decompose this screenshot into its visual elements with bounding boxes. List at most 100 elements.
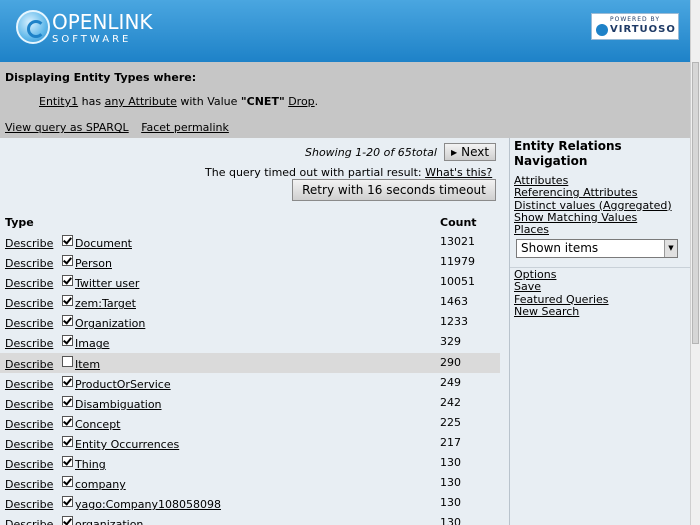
describe-link[interactable]: Describe bbox=[5, 438, 53, 451]
openlink-logo[interactable]: OPENLINK SOFTWARE bbox=[16, 8, 166, 52]
results-panel: Showing 1-20 of 65total ▶ Next The query … bbox=[0, 138, 509, 525]
type-link[interactable]: Concept bbox=[75, 418, 121, 431]
table-row: Describe Entity Occurrences 217 bbox=[0, 433, 500, 453]
site-header: OPENLINK SOFTWARE POWERED BY VIRTUOSO bbox=[0, 0, 690, 62]
describe-link[interactable]: Describe bbox=[5, 418, 53, 431]
describe-link[interactable]: Describe bbox=[5, 398, 53, 411]
attribute-link[interactable]: any Attribute bbox=[105, 95, 177, 108]
table-row: Describe Thing 130 bbox=[0, 453, 500, 473]
type-link[interactable]: Thing bbox=[75, 458, 106, 471]
nav-item-referencing-attributes[interactable]: Referencing Attributes bbox=[514, 186, 672, 199]
describe-link[interactable]: Describe bbox=[5, 478, 53, 491]
describe-link[interactable]: Describe bbox=[5, 257, 53, 270]
type-count: 290 bbox=[440, 355, 461, 369]
shown-items-select[interactable]: Shown items ▼ bbox=[516, 239, 678, 258]
chevron-down-icon[interactable]: ▼ bbox=[664, 240, 677, 257]
type-count: 10051 bbox=[440, 275, 475, 289]
type-count: 1233 bbox=[440, 315, 468, 329]
row-checkbox[interactable] bbox=[62, 295, 73, 307]
table-row: Describe Image 329 bbox=[0, 332, 500, 352]
row-checkbox[interactable] bbox=[62, 395, 73, 407]
row-checkbox[interactable] bbox=[62, 496, 73, 508]
table-row: Describe Person 11979 bbox=[0, 252, 500, 272]
row-checkbox[interactable] bbox=[62, 516, 73, 525]
type-link[interactable]: Disambiguation bbox=[75, 398, 162, 411]
row-checkbox[interactable] bbox=[62, 275, 73, 287]
type-link[interactable]: Document bbox=[75, 237, 132, 250]
row-checkbox[interactable] bbox=[62, 355, 73, 367]
query-text-has: has bbox=[81, 95, 102, 108]
type-link[interactable]: yago:Company108058098 bbox=[75, 498, 221, 511]
row-checkbox[interactable] bbox=[62, 415, 73, 427]
type-link[interactable]: ProductOrService bbox=[75, 378, 171, 391]
column-header-type: Type bbox=[5, 216, 34, 229]
describe-link[interactable]: Describe bbox=[5, 458, 53, 471]
type-count: 13021 bbox=[440, 235, 475, 248]
row-checkbox[interactable] bbox=[62, 255, 73, 267]
nav-title: Entity Relations Navigation bbox=[514, 139, 622, 168]
type-link[interactable]: organization bbox=[75, 518, 143, 525]
row-checkbox[interactable] bbox=[62, 456, 73, 468]
drop-link[interactable]: Drop bbox=[288, 95, 314, 108]
table-row: Describe Twitter user 10051 bbox=[0, 272, 500, 292]
row-checkbox[interactable] bbox=[62, 235, 73, 246]
type-count: 225 bbox=[440, 415, 461, 429]
query-condition: Entity1 has any Attribute with Value "CN… bbox=[39, 95, 318, 108]
row-checkbox[interactable] bbox=[62, 476, 73, 488]
next-button[interactable]: ▶ Next bbox=[444, 143, 496, 161]
badge-caption: POWERED BY bbox=[609, 16, 660, 23]
retry-button[interactable]: Retry with 16 seconds timeout bbox=[292, 179, 496, 201]
table-row: Describe ProductOrService 249 bbox=[0, 373, 500, 393]
type-link[interactable]: Person bbox=[75, 257, 112, 270]
badge-name: VIRTUOSO bbox=[610, 24, 676, 35]
describe-link[interactable]: Describe bbox=[5, 358, 53, 371]
type-link[interactable]: company bbox=[75, 478, 126, 491]
type-link[interactable]: Organization bbox=[75, 317, 145, 330]
row-checkbox[interactable] bbox=[62, 435, 73, 447]
query-heading: Displaying Entity Types where: bbox=[5, 71, 197, 84]
scrollbar-thumb[interactable] bbox=[692, 62, 699, 344]
row-checkbox[interactable] bbox=[62, 375, 73, 387]
facet-permalink-link[interactable]: Facet permalink bbox=[141, 121, 229, 134]
logo-name: OPENLINK bbox=[52, 10, 153, 34]
whats-this-link[interactable]: What's this? bbox=[425, 166, 492, 179]
results-table: Describe Document 13021 Describe Person 11979… bbox=[0, 232, 500, 525]
vertical-scrollbar[interactable] bbox=[690, 0, 700, 525]
type-count: 130 bbox=[440, 516, 461, 525]
type-link[interactable]: Entity Occurrences bbox=[75, 438, 179, 451]
describe-link[interactable]: Describe bbox=[5, 518, 53, 525]
describe-link[interactable]: Describe bbox=[5, 277, 53, 290]
powered-by-virtuoso-badge[interactable]: POWERED BY VIRTUOSO bbox=[591, 13, 679, 40]
nav-item-save[interactable]: Save bbox=[514, 280, 609, 293]
nav-item-new-search[interactable]: New Search bbox=[514, 305, 609, 318]
type-count: 130 bbox=[440, 476, 461, 490]
query-value: "CNET" bbox=[240, 95, 285, 108]
describe-link[interactable]: Describe bbox=[5, 237, 53, 250]
describe-link[interactable]: Describe bbox=[5, 498, 53, 511]
table-row: Describe zem:Target 1463 bbox=[0, 292, 500, 312]
type-count: 249 bbox=[440, 375, 461, 389]
row-checkbox[interactable] bbox=[62, 315, 73, 327]
type-link[interactable]: Image bbox=[75, 337, 109, 350]
table-row: Describe Item 290 bbox=[0, 352, 500, 373]
timeout-text: The query timed out with partial result: bbox=[205, 166, 422, 179]
nav-item-places[interactable]: Places bbox=[514, 223, 672, 236]
view-sparql-link[interactable]: View query as SPARQL bbox=[5, 121, 129, 134]
type-count: 329 bbox=[440, 335, 461, 349]
describe-link[interactable]: Describe bbox=[5, 317, 53, 330]
logo-subtitle: SOFTWARE bbox=[52, 34, 132, 45]
type-count: 130 bbox=[440, 496, 461, 510]
virtuoso-icon bbox=[596, 24, 608, 36]
nav-extra-links: Options Save Featured Queries New Search bbox=[514, 268, 609, 318]
describe-link[interactable]: Describe bbox=[5, 378, 53, 391]
play-icon: ▶ bbox=[451, 148, 458, 157]
type-link[interactable]: Item bbox=[75, 358, 100, 371]
describe-link[interactable]: Describe bbox=[5, 337, 53, 350]
type-link[interactable]: zem:Target bbox=[75, 297, 136, 310]
timeout-message: The query timed out with partial result:… bbox=[205, 166, 492, 179]
table-row: Describe Disambiguation 242 bbox=[0, 393, 500, 413]
row-checkbox[interactable] bbox=[62, 335, 73, 347]
describe-link[interactable]: Describe bbox=[5, 297, 53, 310]
type-link[interactable]: Twitter user bbox=[75, 277, 139, 290]
entity-link[interactable]: Entity1 bbox=[39, 95, 78, 108]
